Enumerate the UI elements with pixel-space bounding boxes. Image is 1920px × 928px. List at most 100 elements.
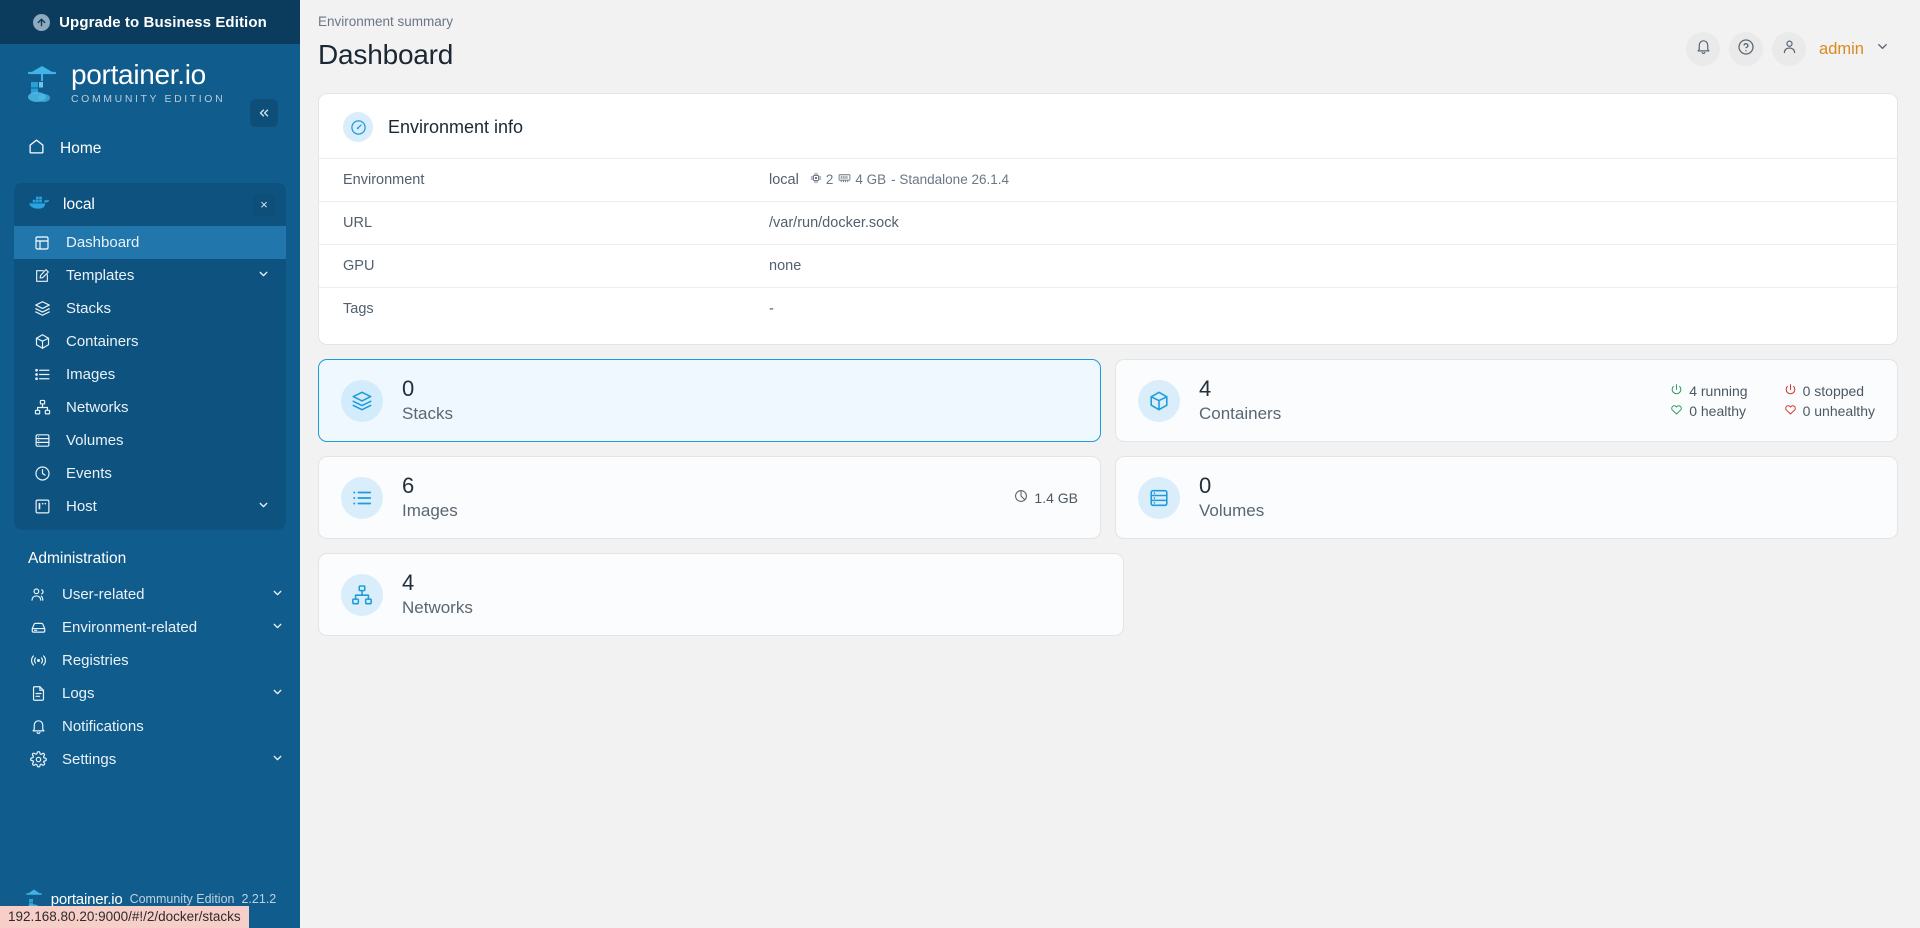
chevron-down-icon xyxy=(271,586,284,603)
sidebar-item-stacks[interactable]: Stacks xyxy=(14,292,286,325)
sidebar-item-templates[interactable]: Templates xyxy=(14,259,286,292)
stat-text: 0 Volumes xyxy=(1199,474,1264,521)
stat-card-volumes[interactable]: 0 Volumes xyxy=(1115,456,1898,539)
environment-info-title: Environment info xyxy=(388,116,524,137)
question-mark-icon xyxy=(1737,38,1755,61)
images-size-label: 1.4 GB xyxy=(1034,489,1078,506)
status-running-label: 4 running xyxy=(1689,382,1748,399)
main-content: Environment summary Dashboard admin Envi… xyxy=(300,0,1920,928)
sidebar-item-networks[interactable]: Networks xyxy=(14,391,286,424)
sidebar-item-templates-label: Templates xyxy=(66,267,135,284)
upgrade-banner-label: Upgrade to Business Edition xyxy=(59,13,267,31)
sidebar-item-registries[interactable]: Registries xyxy=(0,644,300,677)
dashboard-icon xyxy=(32,235,52,251)
help-button[interactable] xyxy=(1729,32,1764,66)
networks-icon xyxy=(32,399,52,416)
table-row: URL /var/run/docker.sock xyxy=(319,201,1897,245)
sidebar-item-containers-label: Containers xyxy=(66,333,139,350)
sidebar-item-notifications[interactable]: Notifications xyxy=(0,710,300,743)
row-value: local 2 4 GB - Standalone 26.1.4 xyxy=(769,159,1897,202)
page-title: Dashboard xyxy=(318,39,454,70)
chevron-down-icon xyxy=(257,498,270,515)
sidebar-item-environment-related[interactable]: Environment-related xyxy=(0,611,300,644)
gauge-icon xyxy=(343,112,373,142)
sidebar-collapse-button[interactable] xyxy=(250,99,278,127)
status-running: 4 running xyxy=(1670,382,1748,399)
stat-card-networks[interactable]: 4 Networks xyxy=(318,553,1124,636)
sidebar-item-images[interactable]: Images xyxy=(14,358,286,391)
environment-icon xyxy=(28,619,48,636)
memory-group: 4 GB xyxy=(838,172,886,187)
brand-title: portainer.io xyxy=(71,59,206,90)
memory-icon xyxy=(838,172,851,187)
table-row: Environment local 2 4 GB - Standalone 26… xyxy=(319,158,1897,202)
sidebar-item-home[interactable]: Home xyxy=(0,129,300,169)
stat-count: 0 xyxy=(402,375,415,401)
cpu-chip-icon xyxy=(810,172,822,187)
table-row: GPU none xyxy=(319,244,1897,288)
status-healthy-label: 0 healthy xyxy=(1689,402,1747,419)
sidebar-item-containers[interactable]: Containers xyxy=(14,325,286,358)
users-icon xyxy=(28,586,48,603)
host-icon xyxy=(32,498,52,515)
environment-close-button[interactable]: × xyxy=(253,193,275,216)
user-menu-chevron-down-icon[interactable] xyxy=(1875,39,1890,59)
portainer-app: Upgrade to Business Edition portainer.io… xyxy=(0,0,1920,928)
brand-logo-row: portainer.io COMMUNITY EDITION xyxy=(0,44,300,127)
header-actions: admin xyxy=(1686,32,1890,66)
chevron-down-icon xyxy=(257,267,270,284)
sidebar-item-home-label: Home xyxy=(60,140,102,157)
stat-label: Containers xyxy=(1199,404,1282,424)
status-stopped-label: 0 stopped xyxy=(1802,382,1865,399)
sidebar-item-host[interactable]: Host xyxy=(14,490,286,523)
power-on-icon xyxy=(1670,383,1683,399)
user-name-label: admin xyxy=(1819,39,1864,58)
environment-name: local xyxy=(63,195,95,213)
upgrade-to-business-edition-banner[interactable]: Upgrade to Business Edition xyxy=(0,0,300,44)
stat-count: 6 xyxy=(402,472,415,498)
stat-card-stacks[interactable]: 0 Stacks xyxy=(318,359,1101,442)
stat-label: Stacks xyxy=(402,404,454,424)
images-total-size: 1.4 GB xyxy=(1014,489,1078,506)
stat-card-containers[interactable]: 4 Containers 4 running 0 stopped 0 healt… xyxy=(1115,359,1898,442)
sidebar-item-logs[interactable]: Logs xyxy=(0,677,300,710)
stat-text: 4 Networks xyxy=(402,571,473,618)
heart-icon xyxy=(1784,403,1797,419)
footer-version: 2.21.2 xyxy=(241,892,277,906)
administration-nav-list: User-related Environment-related Registr… xyxy=(0,578,300,776)
portainer-logo-icon xyxy=(22,62,62,104)
sidebar-item-events[interactable]: Events xyxy=(14,457,286,490)
container-status-group: 4 running 0 stopped 0 healthy 0 unhealth… xyxy=(1670,383,1875,419)
sidebar-item-host-label: Host xyxy=(66,498,97,515)
status-stopped: 0 stopped xyxy=(1784,383,1875,399)
heart-icon xyxy=(1670,403,1683,419)
stat-row-1: 0 Stacks 4 Containers 4 running 0 stoppe… xyxy=(318,359,1898,442)
sidebar-item-volumes[interactable]: Volumes xyxy=(14,424,286,457)
user-avatar[interactable] xyxy=(1772,32,1807,66)
sidebar-item-logs-label: Logs xyxy=(62,685,95,702)
stat-row-2: 6 Images 1.4 GB 0 Volumes xyxy=(318,456,1898,539)
sidebar-item-volumes-label: Volumes xyxy=(66,432,124,449)
sidebar-item-dashboard[interactable]: Dashboard xyxy=(14,226,286,259)
chevron-down-icon xyxy=(271,685,284,702)
stat-text: 6 Images xyxy=(402,474,458,521)
sidebar-item-environment-related-label: Environment-related xyxy=(62,619,198,636)
row-value: /var/run/docker.sock xyxy=(769,215,899,231)
sidebar-item-settings[interactable]: Settings xyxy=(0,743,300,776)
footer-edition: Community Edition xyxy=(129,892,235,906)
status-healthy: 0 healthy xyxy=(1670,403,1747,419)
status-unhealthy: 0 unhealthy xyxy=(1784,403,1875,419)
environment-selector[interactable]: local × xyxy=(14,183,286,226)
environment-value: local xyxy=(769,172,799,188)
stat-card-images[interactable]: 6 Images 1.4 GB xyxy=(318,456,1101,539)
cpu-group: 2 xyxy=(810,172,833,187)
sidebar-item-settings-label: Settings xyxy=(62,751,117,768)
row-key: Environment xyxy=(343,172,425,188)
memory-size: 4 GB xyxy=(855,172,887,187)
stat-count: 0 xyxy=(1199,472,1212,498)
sidebar: Upgrade to Business Edition portainer.io… xyxy=(0,0,300,928)
sidebar-item-user-related[interactable]: User-related xyxy=(0,578,300,611)
notifications-button[interactable] xyxy=(1686,32,1721,66)
images-icon xyxy=(32,366,52,383)
networks-icon xyxy=(341,573,383,616)
